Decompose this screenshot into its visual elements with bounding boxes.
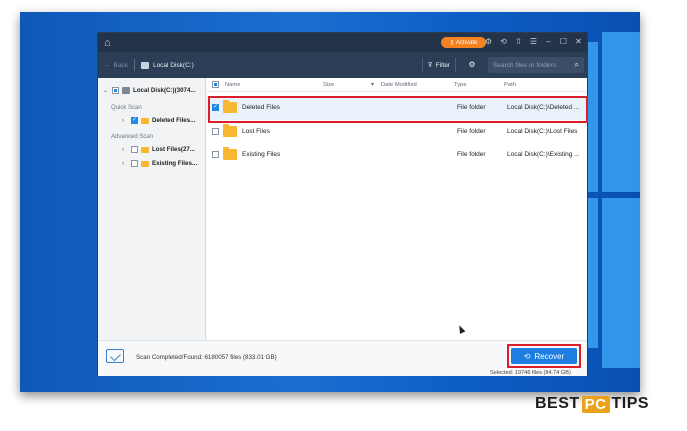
disk-icon [140, 61, 149, 69]
toolbar: ← Back Local Disk(C:) ⊽ Filter ⚙ Search … [98, 52, 587, 78]
folder-icon [141, 160, 149, 167]
status-bar: Scan Completed/Found: 6180057 files (833… [98, 340, 587, 376]
sort-down-icon: ▾ [371, 82, 374, 88]
brand-word-best: BEST [535, 395, 580, 412]
maximize-icon[interactable]: ☐ [559, 36, 568, 48]
tree-root[interactable]: ⌄ Local Disk(C:)(3074... [103, 87, 196, 94]
quick-scan-heading: Quick Scan [111, 105, 142, 111]
tree-item-deleted-files[interactable]: › ✓ Deleted Files... [122, 117, 195, 124]
chevron-right-icon[interactable]: › [122, 118, 128, 124]
row-checkbox[interactable] [212, 128, 219, 135]
column-path[interactable]: Path [504, 82, 516, 88]
folder-icon [223, 100, 237, 113]
table-row[interactable]: ✓ Deleted Files File folder Local Disk(C… [207, 96, 587, 120]
column-size[interactable]: Size [323, 82, 334, 88]
filter-label: Filter [435, 61, 451, 69]
brand-word-pc: PC [581, 395, 610, 413]
recover-button[interactable]: ⟲ Recover [511, 348, 577, 364]
search-placeholder: Search files or folders [493, 61, 556, 69]
chevron-down-icon[interactable]: ⌄ [103, 87, 109, 94]
column-headers: Name Size ▾ Date Modified Type Path [207, 78, 587, 92]
chevron-right-icon[interactable]: › [122, 161, 128, 167]
select-all-checkbox[interactable] [212, 81, 219, 88]
scan-complete-icon [106, 349, 124, 363]
row-name: Lost Files [242, 128, 270, 135]
key-icon: ⚷ [449, 40, 455, 46]
settings-icon[interactable]: ⚙ [484, 36, 493, 48]
row-type: File folder [457, 104, 486, 111]
disk-icon [122, 87, 130, 94]
search-icon[interactable]: ⌕ [575, 60, 579, 70]
recovery-app-window: ⌂ ⚷ Activate ⚙ ⟲ ⇧ ☰ – ☐ ✕ ← Back Local … [97, 32, 588, 376]
deleted-files-label: Deleted Files... [152, 117, 196, 124]
upgrade-icon[interactable]: ⇧ [514, 36, 523, 48]
brand-word-tips: TIPS [611, 395, 650, 412]
breadcrumb[interactable]: Local Disk(C:) [140, 61, 194, 69]
advanced-scan-heading: Advanced Scan [111, 134, 154, 140]
view-toggle-icon[interactable]: ⚙ [466, 58, 478, 72]
table-row[interactable]: Existing Files File folder Local Disk(C:… [207, 143, 587, 167]
divider [133, 59, 135, 71]
row-type: File folder [457, 151, 486, 158]
filter-button[interactable]: ⊽ Filter [422, 58, 456, 72]
scan-status-text: Scan Completed/Found: 6180057 files (833… [136, 354, 277, 361]
title-bar: ⌂ ⚷ Activate ⚙ ⟲ ⇧ ☰ – ☐ ✕ [98, 33, 587, 52]
deleted-files-checkbox[interactable]: ✓ [131, 117, 138, 124]
root-checkbox[interactable] [112, 87, 119, 94]
row-path: Local Disk(C:)\Lost Files [507, 128, 578, 135]
row-name: Deleted Files [242, 104, 280, 111]
funnel-icon: ⊽ [427, 62, 433, 69]
existing-files-label: Existing Files... [152, 160, 198, 167]
search-input[interactable]: Search files or folders ⌕ [488, 57, 584, 73]
lost-files-label: Lost Files(27... [152, 146, 195, 153]
close-icon[interactable]: ✕ [574, 36, 583, 48]
tree-item-existing-files[interactable]: › Existing Files... [122, 160, 197, 167]
menu-icon[interactable]: ☰ [529, 36, 538, 48]
back-label: Back [113, 61, 128, 69]
recover-highlight: ⟲ Recover [507, 344, 581, 368]
folder-icon [223, 147, 237, 160]
root-label: Local Disk(C:)(3074... [133, 87, 196, 94]
breadcrumb-location: Local Disk(C:) [152, 61, 194, 69]
file-list: Name Size ▾ Date Modified Type Path ✓ De… [207, 78, 587, 340]
restore-icon: ⟲ [523, 351, 531, 361]
column-date-modified[interactable]: Date Modified [381, 82, 417, 88]
window-controls: ⚙ ⟲ ⇧ ☰ – ☐ ✕ [484, 36, 583, 48]
folder-icon [223, 124, 237, 137]
activate-label: Activate [456, 39, 478, 46]
folder-icon [141, 117, 149, 124]
chevron-right-icon[interactable]: › [122, 147, 128, 153]
column-type[interactable]: Type [454, 82, 467, 88]
minimize-icon[interactable]: – [544, 36, 553, 48]
tree-item-lost-files[interactable]: › Lost Files(27... [122, 146, 195, 153]
column-name[interactable]: Name [225, 82, 240, 88]
row-path: Local Disk(C:)\Existing ... [507, 151, 580, 158]
sidebar-tree: ⌄ Local Disk(C:)(3074... Quick Scan › ✓ … [98, 78, 206, 340]
row-checkbox[interactable]: ✓ [212, 104, 219, 111]
activate-button[interactable]: ⚷ Activate [441, 37, 486, 48]
arrow-left-icon: ← [104, 61, 111, 69]
feedback-icon[interactable]: ⟲ [499, 36, 508, 48]
home-icon[interactable]: ⌂ [104, 37, 116, 49]
row-path: Local Disk(C:)\Deleted ... [507, 104, 580, 111]
lost-files-checkbox[interactable] [131, 146, 138, 153]
row-name: Existing Files [242, 151, 281, 158]
selected-count: Selected: 19746 files (84.74 GB) [490, 370, 571, 376]
brand-logo: BEST PC TIPS [535, 395, 649, 413]
table-row[interactable]: Lost Files File folder Local Disk(C:)\Lo… [207, 120, 587, 144]
row-checkbox[interactable] [212, 151, 219, 158]
row-type: File folder [457, 128, 486, 135]
recover-label: Recover [534, 351, 565, 361]
back-button[interactable]: ← Back [104, 62, 128, 69]
existing-files-checkbox[interactable] [131, 160, 138, 167]
folder-icon [141, 146, 149, 153]
